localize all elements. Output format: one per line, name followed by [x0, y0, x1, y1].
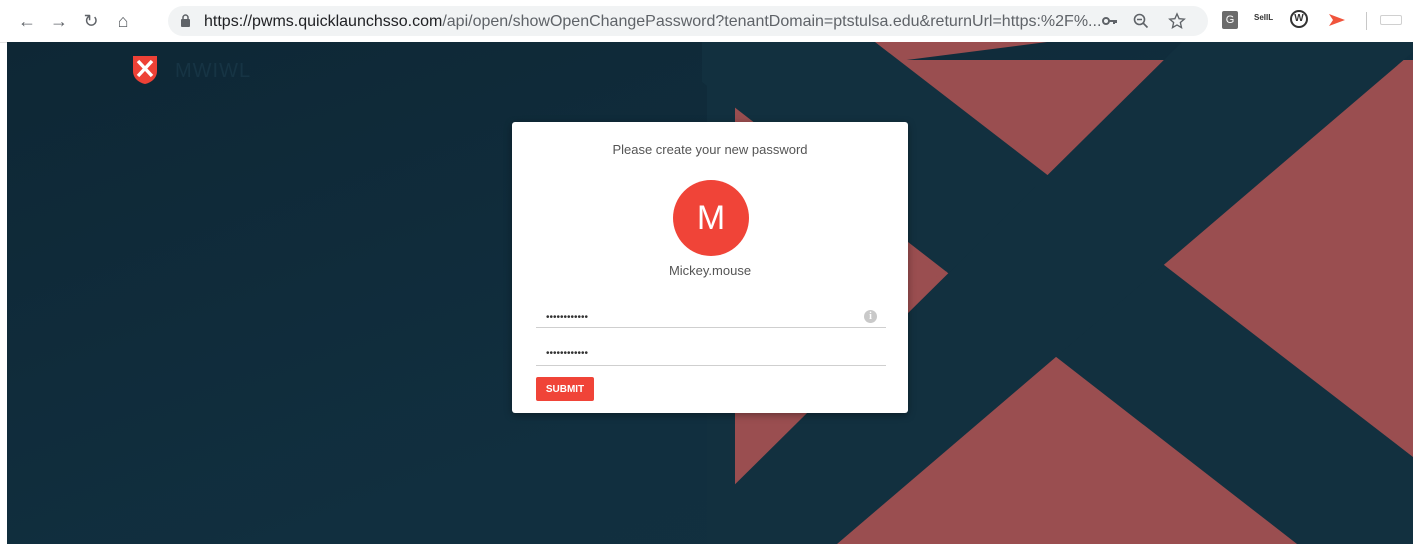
submit-button[interactable]: SUBMIT	[536, 377, 594, 401]
info-icon[interactable]: i	[864, 310, 877, 323]
extension-misc-icon[interactable]	[1380, 15, 1402, 25]
new-password-value: ••••••••••••	[546, 312, 589, 323]
confirm-password-field[interactable]	[536, 340, 886, 366]
url-path: /api/open/showOpenChangePassword?tenantD…	[442, 13, 1102, 30]
lock-icon	[181, 14, 190, 27]
reload-icon[interactable]: ↻	[80, 10, 102, 32]
change-password-card: Please create your new password M Mickey…	[512, 122, 908, 413]
key-icon[interactable]	[1102, 16, 1118, 26]
home-icon[interactable]: ⌂	[112, 10, 134, 32]
forward-icon[interactable]: →	[48, 10, 70, 32]
browser-toolbar: ← → ↻ ⌂ https://pwms.quicklaunchsso.com/…	[0, 0, 1413, 43]
star-icon[interactable]	[1168, 12, 1186, 30]
toolbar-separator	[1366, 12, 1367, 30]
url-text: https://pwms.quicklaunchsso.com/api/open…	[204, 13, 1101, 31]
address-bar[interactable]: https://pwms.quicklaunchsso.com/api/open…	[168, 6, 1208, 36]
username-label: Mickey.mouse	[668, 263, 752, 278]
user-avatar: M	[673, 180, 749, 256]
back-icon[interactable]: ←	[16, 10, 38, 32]
extension-arrow-icon[interactable]	[1327, 12, 1347, 28]
logo-text: MWIWL	[175, 60, 252, 82]
zoom-icon[interactable]	[1133, 13, 1149, 29]
extension-g-icon[interactable]: G	[1222, 11, 1238, 29]
card-title: Please create your new password	[612, 142, 808, 157]
extension-w-icon[interactable]: W	[1290, 10, 1308, 28]
page-background: MWIWL Please create your new password M …	[7, 42, 1413, 544]
new-password-field[interactable]	[536, 302, 886, 328]
url-host: https://pwms.quicklaunchsso.com	[204, 13, 443, 30]
extension-seiil-icon[interactable]: SeIIL	[1254, 13, 1273, 22]
school-logo	[133, 56, 157, 84]
confirm-password-value: ••••••••••••	[546, 348, 589, 359]
